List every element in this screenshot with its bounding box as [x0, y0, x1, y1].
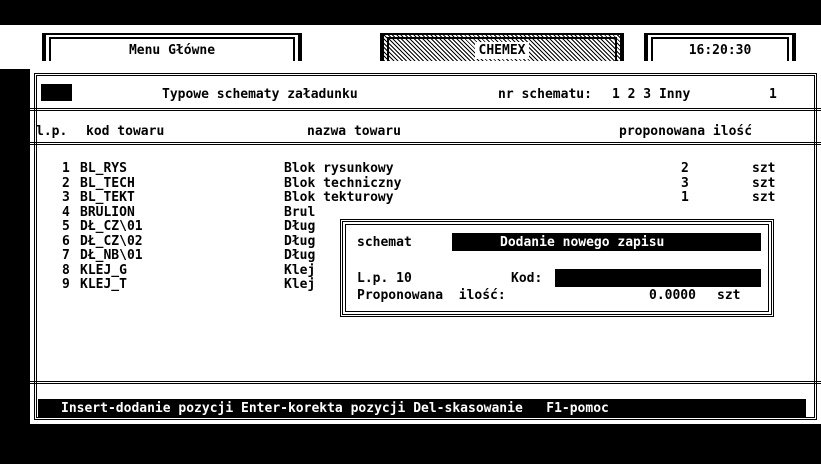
- tab-chemex[interactable]: CHEMEX: [380, 33, 624, 61]
- row-code: KLEJ_T: [80, 277, 127, 292]
- col-name: nazwa towaru: [307, 124, 401, 139]
- scheme-label: nr schematu:: [498, 87, 592, 102]
- row-qty: 1: [681, 190, 689, 205]
- clock: 16:20:30: [688, 42, 752, 58]
- dialog-mode-bar: Dodanie nowego zapisu: [452, 233, 761, 251]
- row-lp: 9: [62, 277, 70, 292]
- dialog-code-input[interactable]: [555, 269, 761, 287]
- col-lp: l.p.: [36, 124, 68, 139]
- dialog-lp: L.p. 10: [357, 271, 412, 286]
- dialog-mode: Dodanie nowego zapisu: [500, 235, 665, 250]
- status-bar-text: Insert-dodanie pozycji Enter-korekta poz…: [61, 401, 609, 416]
- cursor-block: [41, 84, 72, 101]
- row-unit: szt: [752, 190, 776, 205]
- tab-main-menu[interactable]: Menu Główne: [42, 33, 302, 61]
- col-code: kod towaru: [86, 124, 165, 139]
- tab-main-menu-label: Menu Główne: [128, 42, 216, 58]
- screen-title: Typowe schematy załadunku: [162, 87, 358, 102]
- tab-chemex-label: CHEMEX: [474, 41, 530, 59]
- col-qty: proponowana ilość: [619, 124, 753, 139]
- footer-divider: [30, 381, 821, 384]
- columns-divider: [30, 142, 821, 145]
- scheme-options[interactable]: 1 2 3 Inny: [612, 86, 690, 103]
- dialog-qty-value[interactable]: 0.0000: [649, 287, 696, 304]
- dialog-qty-label: Proponowana ilość:: [357, 288, 506, 303]
- dialog-schema-label: schemat: [357, 235, 412, 250]
- clock-box: 16:20:30: [644, 33, 796, 61]
- dialog-qty-unit: szt: [717, 288, 741, 303]
- status-bar: Insert-dodanie pozycji Enter-korekta poz…: [38, 399, 806, 418]
- top-bar: Menu Główne CHEMEX 16:20:30: [0, 25, 821, 69]
- dialog-code-label: Kod:: [511, 271, 543, 286]
- row-name: Klej: [284, 277, 316, 292]
- scheme-current: 1: [769, 87, 777, 102]
- header-divider: [30, 108, 821, 111]
